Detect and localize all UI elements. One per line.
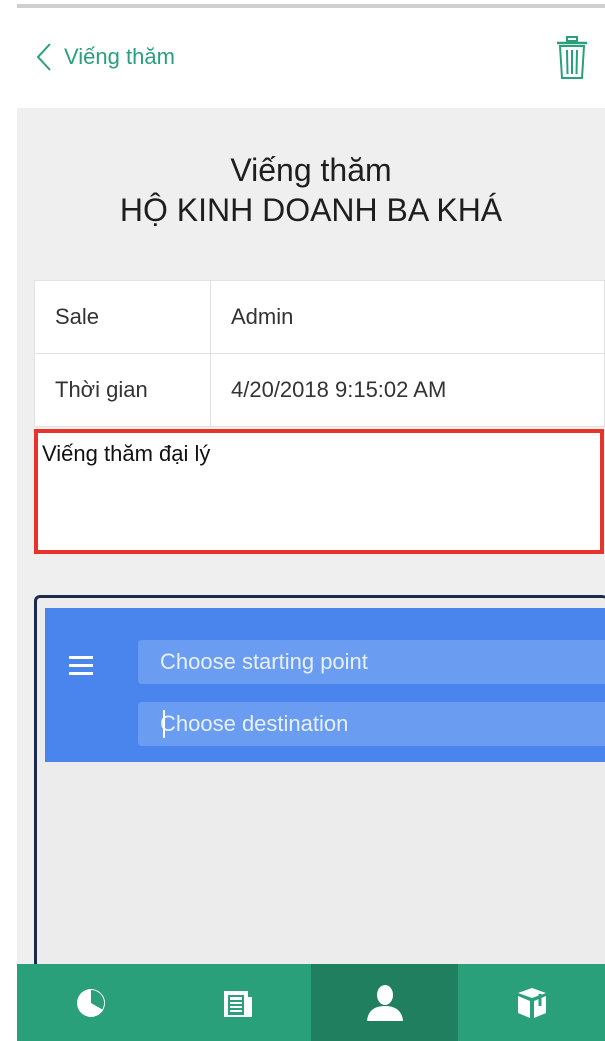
visit-detail-content: Viếng thăm HỘ KINH DOANH BA KHÁ Sale Adm… (17, 108, 605, 964)
visit-note-text: Viếng thăm đại lý (42, 441, 211, 466)
bottom-tab-bar (17, 964, 605, 1041)
trash-icon (555, 36, 589, 84)
page-title: Viếng thăm HỘ KINH DOANH BA KHÁ (17, 150, 605, 230)
title-line-1: Viếng thăm (230, 152, 392, 188)
time-label: Thời gian (34, 353, 211, 427)
tab-customers[interactable] (311, 964, 458, 1041)
time-value: 4/20/2018 9:15:02 AM (210, 353, 605, 427)
starting-point-input[interactable] (138, 640, 605, 684)
menu-icon[interactable] (69, 656, 93, 676)
table-row: Sale Admin (34, 280, 605, 354)
chevron-left-icon (36, 42, 52, 72)
user-icon (365, 984, 405, 1022)
destination-input[interactable] (138, 702, 605, 746)
visit-info-table: Sale Admin Thời gian 4/20/2018 9:15:02 A… (34, 280, 605, 427)
title-line-2: HỘ KINH DOANH BA KHÁ (119, 192, 503, 228)
tab-products[interactable] (458, 964, 605, 1041)
text-caret (163, 710, 165, 738)
visit-note-box[interactable]: Viếng thăm đại lý (34, 429, 604, 554)
navigation-bar: Viếng thăm (0, 8, 605, 108)
map-view[interactable] (34, 595, 605, 964)
directions-panel (45, 608, 605, 762)
back-label: Viếng thăm (64, 44, 175, 69)
table-row: Thời gian 4/20/2018 9:15:02 AM (34, 353, 605, 427)
back-button[interactable]: Viếng thăm (36, 42, 175, 72)
tab-dashboard[interactable] (17, 964, 164, 1041)
package-icon (514, 985, 550, 1021)
sale-value: Admin (210, 280, 605, 354)
newspaper-icon (221, 986, 255, 1020)
sale-label: Sale (34, 280, 211, 354)
trash-button[interactable] (555, 36, 589, 80)
pie-chart-icon (74, 986, 108, 1020)
tab-news[interactable] (164, 964, 311, 1041)
